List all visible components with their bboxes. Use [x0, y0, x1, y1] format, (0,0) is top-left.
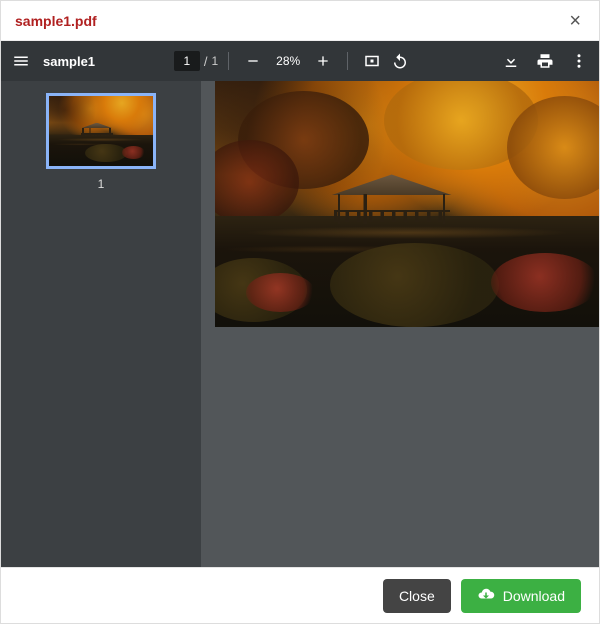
close-button[interactable]: Close	[383, 579, 451, 613]
close-button-label: Close	[399, 588, 435, 604]
pdf-preview-modal: sample1.pdf × sample1 / 1 28%	[0, 0, 600, 624]
thumbnail-page-1[interactable]	[46, 93, 156, 169]
zoom-in-icon[interactable]	[309, 47, 337, 75]
print-icon[interactable]	[531, 47, 559, 75]
fit-to-page-icon[interactable]	[358, 47, 386, 75]
viewer-toolbar: sample1 / 1 28%	[1, 41, 599, 81]
thumbnail-page-number: 1	[98, 177, 105, 191]
thumbnail-image	[49, 96, 153, 166]
modal-footer: Close Download	[1, 567, 599, 623]
viewer-content: 1	[1, 81, 599, 567]
cloud-download-icon	[477, 585, 495, 606]
modal-header: sample1.pdf ×	[1, 1, 599, 41]
zoom-out-icon[interactable]	[239, 47, 267, 75]
pdf-viewer: sample1 / 1 28%	[1, 41, 599, 567]
toolbar-divider-2	[347, 52, 348, 70]
page-area[interactable]	[201, 81, 599, 567]
page-1	[215, 81, 599, 327]
page-separator: /	[204, 54, 208, 69]
page-image	[215, 81, 599, 327]
download-button[interactable]: Download	[461, 579, 581, 613]
menu-icon[interactable]	[7, 47, 35, 75]
download-icon[interactable]	[497, 47, 525, 75]
document-name: sample1	[43, 54, 95, 69]
download-button-label: Download	[503, 588, 565, 604]
page-total: 1	[212, 54, 219, 68]
more-icon[interactable]	[565, 47, 593, 75]
thumbnail-panel: 1	[1, 81, 201, 567]
toolbar-divider-1	[228, 52, 229, 70]
page-number-input[interactable]	[174, 51, 200, 71]
zoom-level: 28%	[273, 54, 303, 68]
rotate-icon[interactable]	[386, 47, 414, 75]
toolbar-right-group	[497, 47, 593, 75]
close-icon[interactable]: ×	[565, 7, 585, 35]
modal-title: sample1.pdf	[15, 13, 97, 29]
